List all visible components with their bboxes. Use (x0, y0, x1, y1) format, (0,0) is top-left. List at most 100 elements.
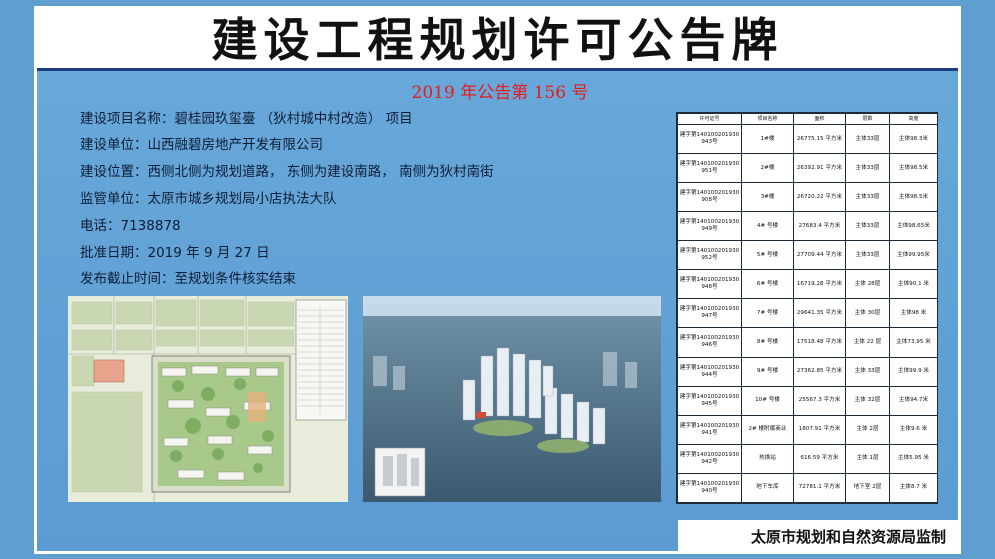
cell-permit: 建字第140100201930940号 (677, 472, 742, 504)
info-project-value: 碧桂园玖玺臺 （狄村城中村改造） 项目 (174, 111, 413, 127)
cell-name: 6# 号楼 (741, 269, 794, 300)
info-approval-date-label: 批准日期： (80, 245, 148, 261)
cell-height: 主体99.95米 (889, 240, 938, 271)
table-row: 建字第140100201930908号 3#楼 26720.22 平方米 主体33层主… (677, 182, 938, 213)
cell-name: 5# 号楼 (741, 240, 794, 271)
info-location: 建设位置：西侧北侧为规划道路， 东侧为建设南路， 南侧为狄村南街 (80, 163, 494, 181)
cell-area: 27709.44 平方米 (793, 240, 846, 271)
cell-height: 主体5.95 米 (889, 443, 938, 474)
cell-permit: 建字第140100201930947号 (677, 298, 742, 329)
cell-area: 16719.28 平方米 (793, 269, 846, 300)
cell-area: 26720.22 平方米 (793, 182, 846, 213)
cell-permit: 建字第140100201930946号 (677, 327, 742, 358)
cell-area: 26392.91 平方米 (793, 153, 846, 184)
header-height: 高度 (889, 113, 938, 125)
info-project-label: 建设项目名称： (80, 111, 175, 127)
cell-floors: 主体 2层 (845, 414, 890, 445)
header-floors: 层数 (845, 113, 890, 125)
cell-permit: 建字第140100201930949号 (677, 211, 742, 242)
aerial-rendering-image (363, 296, 661, 502)
cell-floors: 主体 30层 (845, 298, 890, 329)
cell-name: 4# 号楼 (741, 211, 794, 242)
cell-height: 主体98.5米 (889, 153, 938, 184)
cell-name: 2# 楼附属商业 (741, 414, 794, 445)
title-bar: 建设工程规划许可公告牌 (37, 9, 958, 71)
cell-area: 26775.15 平方米 (793, 123, 846, 155)
cell-permit: 建字第140100201930951号 (677, 153, 742, 184)
cell-height: 主体99.9 米 (889, 356, 938, 387)
info-phone-label: 电话： (80, 218, 121, 234)
info-location-value: 西侧北侧为规划道路， 东侧为建设南路， 南侧为狄村南街 (147, 164, 494, 180)
info-phone-value: 7138878 (120, 218, 181, 234)
cell-height: 主体94.7米 (889, 385, 938, 416)
cell-name: 9# 号楼 (741, 356, 794, 387)
cell-height: 主体98.65米 (889, 211, 938, 242)
cell-height: 主体98.5米 (889, 182, 938, 213)
supervision-footer: 太原市规划和自然资源局监制 (678, 520, 958, 552)
cell-floors: 主体33层 (845, 123, 890, 155)
info-approval-date-value: 2019 年 9 月 27 日 (147, 245, 270, 261)
cell-permit: 建字第140100201930941号 (677, 414, 742, 445)
cell-height: 主体90.1 米 (889, 269, 938, 300)
table-row: 建字第140100201930940号 地下车库 72781.1 平方米 地下室 2层… (677, 472, 938, 504)
cell-floors: 主体 1层 (845, 443, 890, 474)
cell-area: 17518.48 平方米 (793, 327, 846, 358)
header-permit: 许可证号 (677, 113, 742, 125)
board-title: 建设工程规划许可公告牌 (211, 13, 784, 67)
cell-name: 7# 号楼 (741, 298, 794, 329)
permit-board: 建设工程规划许可公告牌 2019 年公告第 156 号 建设项目名称：碧桂园玖玺… (0, 0, 995, 559)
header-name: 项目名称 (741, 113, 794, 125)
cell-permit: 建字第140100201930952号 (677, 240, 742, 271)
table-row: 建字第140100201930951号 2#楼 26392.91 平方米 主体33层主… (677, 153, 938, 184)
notice-number: 2019 年公告第 156 号 (411, 83, 589, 103)
cell-name: 3#楼 (741, 182, 794, 213)
info-project: 建设项目名称：碧桂园玖玺臺 （狄村城中村改造） 项目 (80, 110, 413, 128)
cell-floors: 地下室 2层 (845, 472, 890, 504)
cell-height: 主体98 米 (889, 298, 938, 329)
supervision-text: 太原市规划和自然资源局监制 (750, 528, 946, 546)
table-row: 建字第140100201930948号 6# 号楼 16719.28 平方米 主体 2… (677, 269, 938, 300)
info-unit-value: 山西融碧房地产开发有限公司 (147, 137, 324, 153)
cell-permit: 建字第140100201930943号 (677, 123, 742, 155)
table-row: 建字第140100201930944号 9# 号楼 27362.85 平方米 主体 3… (677, 356, 938, 387)
table-row: 建字第140100201930945号 10# 号楼 25567.3 平方米 主体 3… (677, 385, 938, 416)
info-supervisor-label: 监管单位： (80, 191, 148, 207)
cell-permit: 建字第140100201930945号 (677, 385, 742, 416)
cell-floors: 主体 32层 (845, 385, 890, 416)
cell-height: 主体98.3米 (889, 123, 938, 155)
cell-floors: 主体 28层 (845, 269, 890, 300)
info-supervisor: 监管单位：太原市城乡规划局小店执法大队 (80, 190, 337, 208)
info-unit: 建设单位：山西融碧房地产开发有限公司 (80, 136, 323, 154)
table-row: 建字第140100201930943号 1#楼 26775.15 平方米 主体33层主… (677, 123, 938, 155)
cell-name: 8# 号楼 (741, 327, 794, 358)
cell-area: 29641.35 平方米 (793, 298, 846, 329)
cell-area: 27362.85 平方米 (793, 356, 846, 387)
table-row: 建字第140100201930946号 8# 号楼 17518.48 平方米 主体 2… (677, 327, 938, 358)
table-row: 建字第140100201930949号 4# 号楼 27683.4 平方米 主体33层… (677, 211, 938, 242)
cell-height: 主体73.95 米 (889, 327, 938, 358)
cell-permit: 建字第140100201930944号 (677, 356, 742, 387)
cell-area: 616.59 平方米 (793, 443, 846, 474)
info-deadline-label: 发布截止时间： (80, 271, 175, 287)
table-row: 建字第140100201930947号 7# 号楼 29641.35 平方米 主体 3… (677, 298, 938, 329)
cell-floors: 主体33层 (845, 240, 890, 271)
permit-table: 许可证号 项目名称 面积 层数 高度 建字第140100201930943号 1#… (676, 112, 938, 504)
cell-permit: 建字第140100201930908号 (677, 182, 742, 213)
cell-name: 1#楼 (741, 123, 794, 155)
cell-floors: 主体33层 (845, 211, 890, 242)
cell-name: 热换站 (741, 443, 794, 474)
cell-area: 72781.1 平方米 (793, 472, 846, 504)
info-phone: 电话：7138878 (80, 217, 181, 235)
cell-area: 27683.4 平方米 (793, 211, 846, 242)
cell-name: 2#楼 (741, 153, 794, 184)
cell-floors: 主体 33层 (845, 356, 890, 387)
site-plan-image (68, 296, 348, 502)
table-row: 建字第140100201930941号 2# 楼附属商业 1807.91 平方米 主体… (677, 414, 938, 445)
info-approval-date: 批准日期：2019 年 9 月 27 日 (80, 244, 270, 262)
cell-permit: 建字第140100201930948号 (677, 269, 742, 300)
cell-name: 地下车库 (741, 472, 794, 504)
cell-permit: 建字第140100201930942号 (677, 443, 742, 474)
cell-area: 25567.3 平方米 (793, 385, 846, 416)
info-supervisor-value: 太原市城乡规划局小店执法大队 (147, 191, 337, 207)
table-row: 建字第140100201930952号 5# 号楼 27709.44 平方米 主体33… (677, 240, 938, 271)
